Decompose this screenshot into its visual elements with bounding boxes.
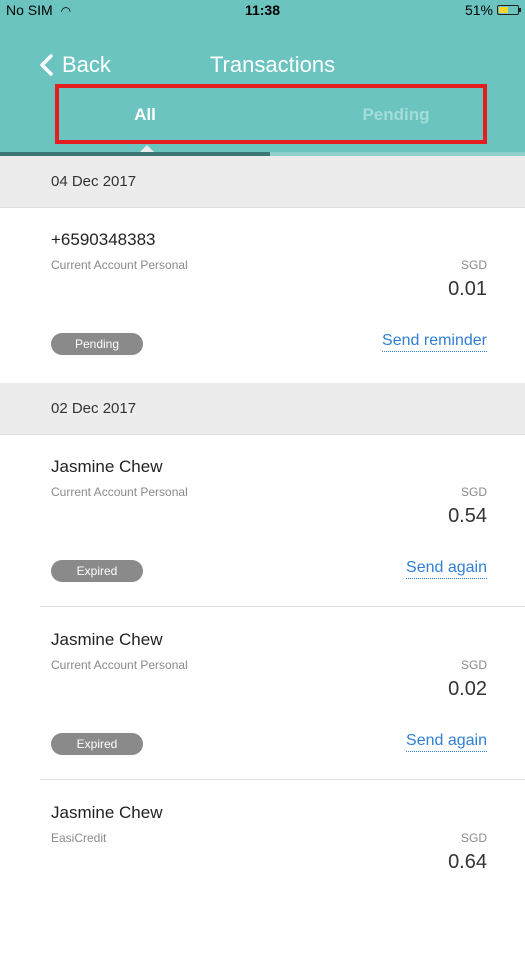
send-again-link[interactable]: Send again <box>406 732 487 752</box>
currency-label: SGD <box>460 485 487 499</box>
status-badge: Pending <box>51 333 143 355</box>
recipient-name: Jasmine Chew <box>51 630 163 649</box>
account-type: EasiCredit <box>51 831 107 845</box>
battery-indicator: 51% <box>464 2 521 18</box>
nav-bar: Back Transactions <box>0 48 525 88</box>
battery-fill <box>499 7 508 13</box>
send-reminder-link[interactable]: Send reminder <box>382 332 487 352</box>
transaction-item[interactable]: +6590348383 Current Account Personal SGD… <box>0 208 525 380</box>
amount-value: 0.54 <box>448 505 487 527</box>
currency-label: SGD <box>460 258 487 272</box>
account-type: Current Account Personal <box>51 258 188 272</box>
date-header: 02 Dec 2017 <box>0 383 525 435</box>
transaction-item[interactable]: Jasmine Chew EasiCredit SGD 0.64 <box>0 781 525 953</box>
date-label: 02 Dec 2017 <box>51 400 137 417</box>
recipient-name: Jasmine Chew <box>51 803 163 822</box>
currency-label: SGD <box>460 831 487 845</box>
recipient-name: Jasmine Chew <box>51 457 163 476</box>
amount-value: 0.02 <box>448 678 487 700</box>
transaction-item[interactable]: Jasmine Chew Current Account Personal SG… <box>0 435 525 607</box>
date-header: 04 Dec 2017 <box>0 156 525 208</box>
row-divider <box>40 779 525 780</box>
tab-all[interactable]: All <box>55 105 235 125</box>
amount-value: 0.64 <box>448 851 487 873</box>
row-divider <box>40 606 525 607</box>
tab-pending[interactable]: Pending <box>305 105 487 125</box>
account-type: Current Account Personal <box>51 485 188 499</box>
status-time: 11:38 <box>244 2 281 18</box>
page-title: Transactions <box>209 52 336 77</box>
account-type: Current Account Personal <box>51 658 188 672</box>
recipient-name: +6590348383 <box>51 230 156 249</box>
battery-percent: 51% <box>464 2 493 18</box>
app-header: No SIM ◠ 11:38 51% Back Transactions All… <box>0 0 525 152</box>
tab-caret-icon <box>140 145 154 152</box>
status-bar: No SIM ◠ 11:38 51% <box>0 0 525 20</box>
date-label: 04 Dec 2017 <box>51 173 137 190</box>
transaction-item[interactable]: Jasmine Chew Current Account Personal SG… <box>0 608 525 780</box>
amount-value: 0.01 <box>448 278 487 300</box>
battery-icon <box>497 5 521 15</box>
currency-label: SGD <box>460 658 487 672</box>
status-badge: Expired <box>51 733 143 755</box>
send-again-link[interactable]: Send again <box>406 559 487 579</box>
battery-nub <box>519 8 521 12</box>
status-badge: Expired <box>51 560 143 582</box>
